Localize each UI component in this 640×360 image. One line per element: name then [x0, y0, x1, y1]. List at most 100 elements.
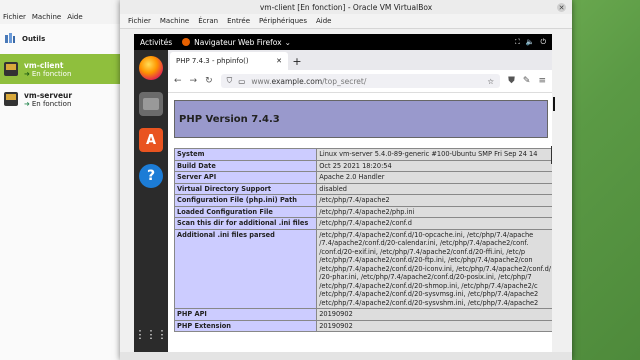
power-icon: ⏻ — [540, 37, 546, 46]
pocket-icon[interactable]: ⛊ — [508, 76, 515, 86]
vm-os-icon — [4, 62, 18, 76]
activities-button[interactable]: Activités — [140, 38, 172, 47]
setting-value: 20190902 — [316, 319, 552, 332]
tab-title: PHP 7.4.3 - phpinfo() — [176, 57, 249, 65]
vm-window-titlebar[interactable]: vm-client [En fonction] - Oracle VM Virt… — [120, 0, 572, 14]
vm-statusbar — [120, 352, 572, 360]
setting-value-line: /etc/php/7.4/apache2/conf.d/10-opcache.i… — [319, 230, 534, 239]
ubuntu-dock: A ? ⋮⋮⋮ — [134, 50, 168, 352]
setting-value-line: 20190902 — [319, 321, 353, 330]
manager-menu-help[interactable]: Aide — [67, 13, 82, 21]
table-row: Server API Apache 2.0 Handler — [173, 171, 552, 184]
setting-value-line: /etc/php/7.4/apache2/conf.d/20-iconv.ini… — [319, 264, 551, 273]
close-icon[interactable]: ✕ — [557, 3, 566, 12]
setting-value: /etc/php/7.4/apache2/conf.d — [316, 217, 552, 230]
forward-arrow-icon[interactable]: → — [190, 76, 198, 86]
setting-value-line: /etc/php/7.4/apache2/php.ini — [319, 207, 415, 216]
url-bar[interactable]: ⛉ ▭ www.example.com/top_secret/ ☆ — [220, 74, 501, 88]
vm-menu-input[interactable]: Entrée — [227, 17, 250, 25]
vm-state: En fonction — [31, 69, 72, 78]
setting-name: PHP Extension — [173, 319, 318, 332]
table-row: PHP API 20190902 — [173, 308, 552, 321]
vm-menu-file[interactable]: Fichier — [128, 17, 151, 25]
setting-value-line: /etc/php/7.4/apache2/conf.d/20-shmop.ini… — [319, 281, 538, 290]
system-tray[interactable]: ⛶ 🔈 ⏻ — [515, 38, 546, 47]
table-row: PHP Extension 20190902 — [173, 319, 552, 332]
php-version-title: PHP Version 7.4.3 — [179, 113, 280, 125]
setting-name: Configuration File (php.ini) Path — [173, 194, 318, 207]
setting-value: 20190902 — [316, 308, 552, 321]
firefox-icon[interactable] — [139, 56, 163, 80]
tools-icon — [4, 32, 16, 46]
setting-value-line: /etc/php/7.4/apache2/conf.d/20-sysvshm.i… — [319, 298, 539, 307]
setting-value-line: Apache 2.0 Handler — [319, 173, 385, 181]
setting-name: Virtual Directory Support — [173, 182, 318, 195]
tab-phpinfo[interactable]: PHP 7.4.3 - phpinfo() ✕ — [170, 52, 288, 70]
setting-name: Loaded Configuration File — [173, 205, 318, 218]
setting-value-line: /etc/php/7.4/apache2/conf.d/20-sysvmsg.i… — [319, 290, 539, 298]
shield-icon[interactable]: ⛉ — [227, 76, 233, 86]
tab-close-icon[interactable]: ✕ — [276, 57, 282, 65]
setting-value-line: 20190902 — [319, 310, 353, 318]
table-row: Additional .ini files parsed/etc/php/7.4… — [173, 228, 552, 309]
files-icon[interactable] — [139, 92, 163, 116]
bookmark-star-icon[interactable]: ☆ — [487, 77, 494, 86]
setting-value-line: disabled — [319, 184, 347, 193]
setting-name: System — [173, 148, 318, 161]
table-row: System Linux vm-server 5.4.0-89-generic #… — [173, 148, 552, 161]
manager-menu-machine[interactable]: Machine — [32, 13, 61, 21]
manager-titlebar — [0, 0, 130, 10]
url-text[interactable]: www.example.com/top_secret/ — [251, 77, 481, 86]
setting-value-line: /20-phar.ini, /etc/php/7.4/apache2/conf.… — [319, 273, 532, 281]
help-icon[interactable]: ? — [139, 164, 163, 188]
vm-menu-screen[interactable]: Écran — [198, 17, 218, 25]
hamburger-menu-icon[interactable]: ≡ — [538, 76, 546, 86]
setting-value-line: /etc/php/7.4/apache2 — [319, 196, 390, 204]
running-arrow-icon: ➜ — [24, 69, 30, 78]
setting-value: Apache 2.0 Handler — [316, 171, 552, 184]
table-row: Virtual Directory Support disabled — [173, 182, 552, 195]
vm-name: vm-client — [24, 60, 64, 70]
vm-window-title: vm-client [En fonction] - Oracle VM Virt… — [259, 2, 433, 12]
url-host: example.com — [271, 76, 323, 86]
setting-value-line: Oct 25 2021 18:20:54 — [319, 161, 392, 170]
show-apps-grid-icon[interactable]: ⋮⋮⋮ — [135, 322, 168, 346]
php-version-header: PHP Version 7.4.3 — [174, 100, 548, 138]
running-arrow-icon: ➜ — [24, 99, 30, 108]
url-path: /top_secret/ — [322, 76, 367, 86]
vm-menu-machine[interactable]: Machine — [160, 17, 189, 25]
vm-state: En fonction — [31, 99, 72, 108]
setting-name: Server API — [173, 171, 318, 184]
guest-screen: Activités Navigateur Web Firefox ⌄ ⛶ 🔈 ⏻… — [134, 34, 552, 352]
table-row: Configuration File (php.ini) Path/etc/ph… — [173, 194, 552, 207]
page-scrollbar[interactable] — [551, 146, 552, 164]
firefox-tabbar: PHP 7.4.3 - phpinfo() ✕ + — [168, 50, 552, 70]
manager-menu-file[interactable]: Fichier — [3, 13, 26, 21]
setting-value: Oct 25 2021 18:20:54 — [316, 159, 552, 172]
setting-value-line: /conf.d/20-exif.ini, /etc/php/7.4/apache… — [319, 247, 526, 256]
chevron-down-icon: ⌄ — [284, 37, 291, 47]
tools-label: Outils — [22, 35, 46, 43]
page-content: PHP Version 7.4.3 System Linux vm-server … — [168, 94, 552, 352]
setting-value-line: /etc/php/7.4/apache2/conf.d — [319, 219, 412, 227]
gnome-topbar: Activités Navigateur Web Firefox ⌄ ⛶ 🔈 ⏻ — [134, 34, 552, 50]
setting-value: /etc/php/7.4/apache2/php.ini — [316, 205, 552, 218]
reload-icon[interactable]: ↻ — [205, 76, 213, 86]
manager-menubar: Fichier Machine Aide — [0, 10, 133, 24]
back-arrow-icon[interactable]: ← — [174, 76, 182, 86]
mouse-cursor-icon — [553, 97, 555, 111]
extensions-icon[interactable]: ✎ — [523, 76, 531, 86]
app-menu-label[interactable]: Navigateur Web Firefox — [194, 38, 281, 47]
vm-list-item-serveur[interactable]: vm-serveur ➜ En fonction — [0, 84, 124, 114]
software-store-icon[interactable]: A — [139, 128, 163, 152]
setting-value: disabled — [316, 182, 552, 195]
new-tab-plus-icon[interactable]: + — [288, 52, 306, 70]
page-info-icon[interactable]: ▭ — [238, 77, 245, 86]
vm-menu-help[interactable]: Aide — [316, 17, 331, 25]
vm-list-item-client[interactable]: vm-client ➜ En fonction — [0, 54, 124, 84]
vm-menu-devices[interactable]: Périphériques — [259, 17, 307, 25]
tools-item[interactable]: Outils — [0, 28, 128, 50]
url-prefix: www. — [251, 76, 272, 86]
volume-icon: 🔈 — [525, 37, 535, 46]
setting-value: /etc/php/7.4/apache2/conf.d/10-opcache.i… — [316, 228, 552, 309]
